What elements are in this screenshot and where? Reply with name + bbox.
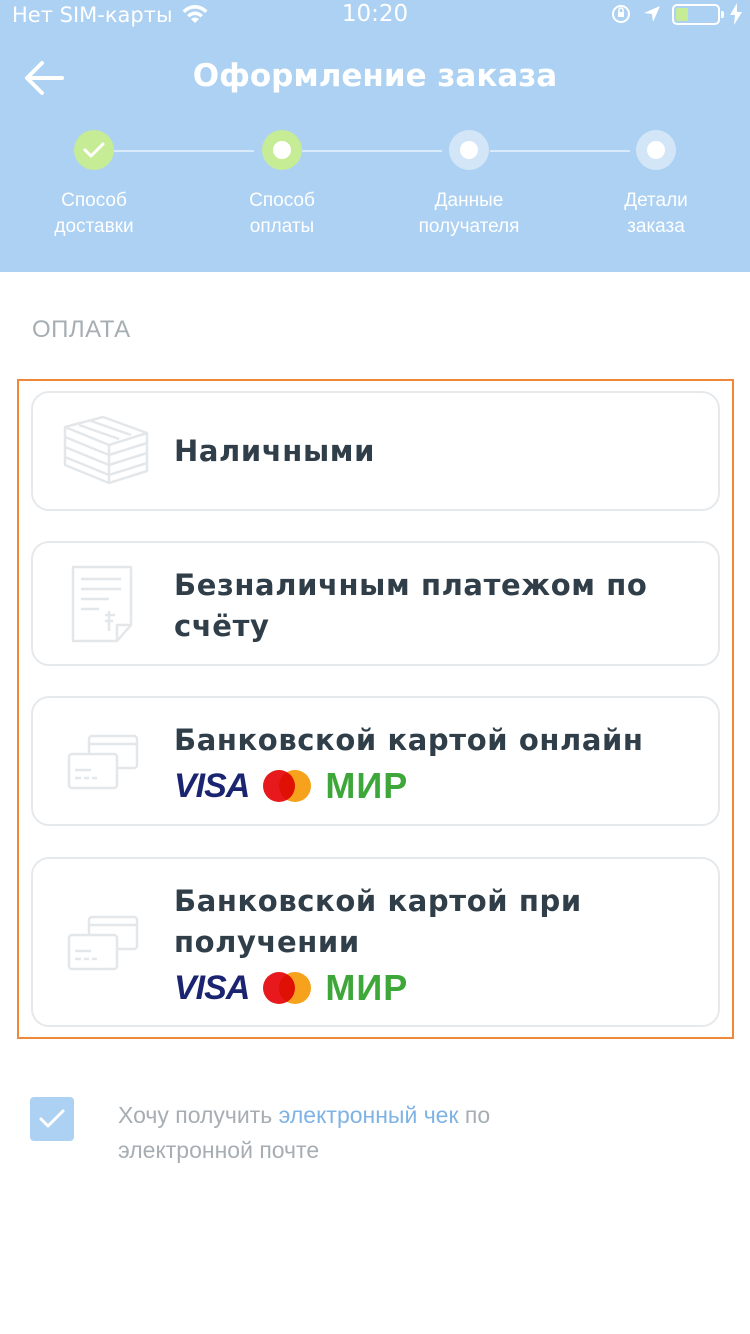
visa-logo: VISA [174,968,250,1007]
step-recipient-data: Данные получателя [389,130,549,240]
charging-icon [730,3,742,25]
step-label: Детали заказа [624,190,688,237]
cards-icon [67,915,139,971]
e-receipt-link[interactable]: электронный чек [279,1102,459,1128]
checkmark-icon [83,142,105,158]
step-pending-indicator [636,130,676,170]
visa-logo: VISA [174,766,250,805]
option-label: Наличными [174,434,375,468]
step-delivery-method: Способ доставки [14,130,174,240]
rotation-lock-icon [612,5,630,23]
invoice-icon [71,565,133,643]
payment-section-title: ОПЛАТА [32,316,131,343]
status-icons [610,3,742,25]
payment-option-card-online[interactable]: Банковской картой онлайн VISA МИР [31,696,720,826]
battery-icon [672,3,724,25]
step-label: Способ оплаты [249,190,315,237]
mastercard-logo [263,770,312,802]
step-current-indicator [262,130,302,170]
receipt-consent-text: Хочу получить электронный чек по электро… [118,1102,491,1163]
step-order-details: Детали заказа [576,130,736,240]
cards-icon [67,734,139,790]
receipt-checkbox[interactable] [30,1097,74,1141]
option-label: Безналичным платежом по счёту [174,568,648,643]
card-brands: VISA МИР [174,967,408,1009]
location-icon [644,6,660,22]
mir-logo: МИР [325,967,409,1008]
page-title: Оформление заказа [192,58,558,94]
step-label: Данные получателя [418,190,520,237]
status-bar: Нет SIM-карты 10:20 [0,0,750,32]
payment-option-invoice[interactable]: Безналичным платежом по счёту [31,541,720,666]
payment-option-card-on-delivery[interactable]: Банковской картой при получении VISA МИР [31,857,720,1027]
mastercard-logo [263,972,312,1004]
card-brands: VISA МИР [174,765,408,807]
option-label: Банковской картой при получении [174,884,582,959]
step-done-indicator [74,130,114,170]
step-payment-method: Способ оплаты [202,130,362,240]
mir-logo: МИР [325,765,409,806]
checkout-stepper: Способ доставки Способ оплаты Данные получа… [0,130,750,250]
option-label: Банковской картой онлайн [174,723,644,757]
payment-option-cash[interactable]: Наличными [31,391,720,511]
step-pending-indicator [449,130,489,170]
cash-stack-icon [63,415,149,485]
checkmark-icon [39,1109,65,1128]
header: Нет SIM-карты 10:20 Оформление заказа Сп… [0,0,750,272]
step-label: Способ доставки [54,190,134,237]
